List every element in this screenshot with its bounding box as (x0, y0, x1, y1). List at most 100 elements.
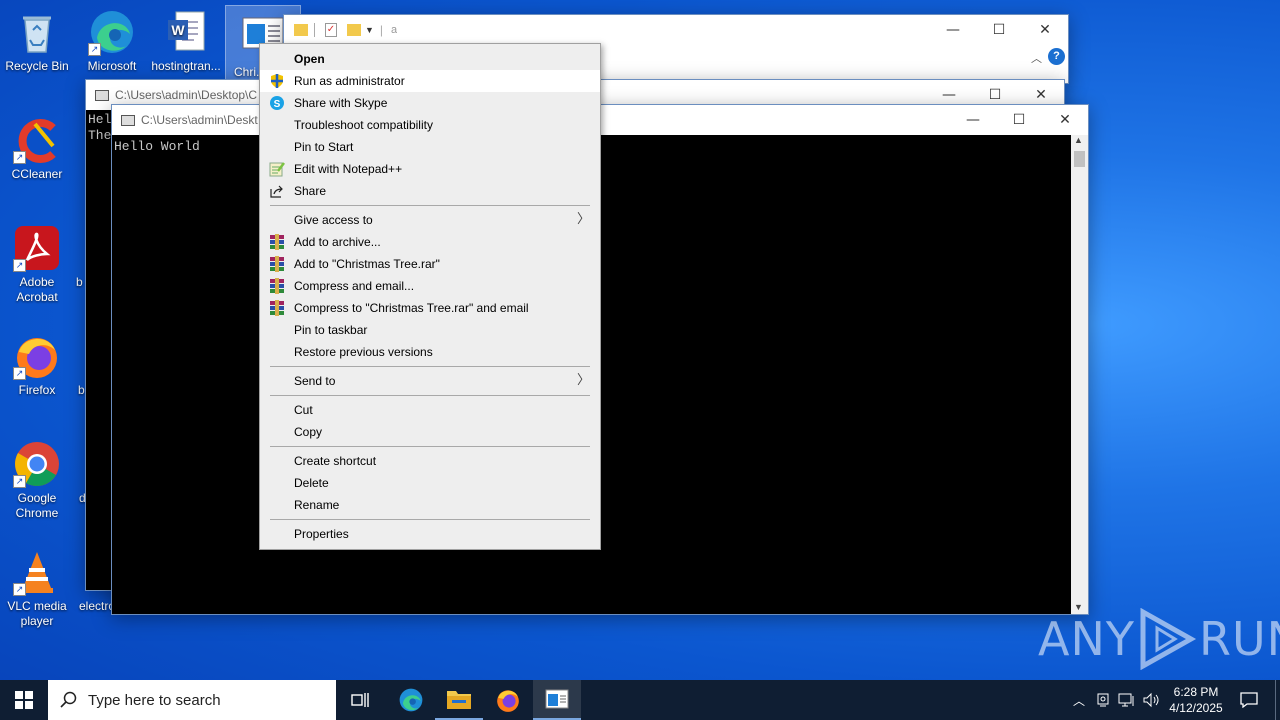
new-folder-icon[interactable] (347, 24, 361, 36)
scrollbar-thumb[interactable] (1074, 151, 1085, 167)
desktop-icon-label: Adobe Acrobat (16, 275, 58, 304)
menu-item-compress-and-email[interactable]: Compress and email... (260, 275, 600, 297)
menu-item-open[interactable]: Open (260, 48, 600, 70)
desktop-icon-recycle-bin[interactable]: Recycle Bin (0, 8, 74, 74)
watermark-text-left: ANY (1038, 612, 1135, 666)
menu-item-label: Add to "Christmas Tree.rar" (294, 257, 440, 271)
menu-item-properties[interactable]: Properties (260, 523, 600, 545)
desktop-icon-hostingtran[interactable]: W hostingtran... (149, 8, 223, 74)
menu-item-give-access-to[interactable]: Give access to 〉 (260, 209, 600, 231)
menu-item-run-as-administrator[interactable]: Run as administrator (260, 70, 600, 92)
menu-separator (270, 395, 590, 396)
anyrun-watermark: ANY RUN (1038, 608, 1280, 670)
menu-item-cut[interactable]: Cut (260, 399, 600, 421)
menu-item-send-to[interactable]: Send to 〉 (260, 370, 600, 392)
menu-separator (270, 366, 590, 367)
desktop-icon-edge[interactable]: ↗ Microsoft Edge (75, 8, 149, 74)
recycle-bin-icon (13, 8, 61, 56)
taskbar-search-box[interactable]: Type here to search (48, 680, 336, 720)
notepad-plus-plus-icon (269, 161, 285, 177)
clock[interactable]: 6:28 PM 4/12/2025 (1164, 680, 1228, 720)
menu-separator (270, 205, 590, 206)
menu-item-pin-to-taskbar[interactable]: Pin to taskbar (260, 319, 600, 341)
shortcut-arrow-icon: ↗ (13, 367, 26, 380)
scroll-up-icon[interactable]: ▲ (1074, 135, 1083, 145)
desktop-icon-adobe-acrobat[interactable]: ↗ Adobe Acrobat (0, 224, 74, 305)
minimize-button[interactable]: — (930, 15, 976, 45)
watermark-text-right: RUN (1198, 612, 1280, 666)
search-icon (60, 691, 77, 708)
desktop-icon-label: CCleaner (11, 167, 63, 181)
desktop-icon-label: Firefox (18, 383, 56, 397)
desktop-icon-ccleaner[interactable]: ↗ CCleaner (0, 116, 74, 182)
help-icon[interactable]: ? (1048, 48, 1065, 65)
share-icon (269, 183, 285, 199)
taskbar-firefox[interactable] (484, 680, 532, 720)
firefox-icon: ↗ (13, 332, 61, 380)
menu-item-label: Create shortcut (294, 454, 377, 468)
menu-item-restore-previous-versions[interactable]: Restore previous versions (260, 341, 600, 363)
collapse-ribbon-chevron-icon[interactable]: ︿ (1031, 50, 1042, 66)
start-button[interactable] (0, 680, 48, 720)
menu-item-label: Delete (294, 476, 329, 490)
menu-item-label: Cut (294, 403, 313, 417)
speaker-icon (1143, 692, 1159, 708)
menu-item-label: Give access to (294, 213, 373, 227)
menu-item-copy[interactable]: Copy (260, 421, 600, 443)
menu-item-pin-to-start[interactable]: Pin to Start (260, 136, 600, 158)
submenu-chevron-icon: 〉 (576, 212, 590, 227)
customize-toolbar-chevron-icon[interactable]: ▼ (365, 25, 374, 35)
menu-item-add-to-rar[interactable]: Add to "Christmas Tree.rar" (260, 253, 600, 275)
divider (314, 23, 315, 37)
menu-item-share-with-skype[interactable]: S Share with Skype (260, 92, 600, 114)
taskbar-edge[interactable] (387, 680, 435, 720)
minimize-button[interactable]: — (950, 105, 996, 135)
desktop-icon-label: Recycle Bin (5, 59, 69, 73)
desktop-icon-label: Microsoft Edge (87, 59, 137, 73)
desktop-icon-vlc[interactable]: ↗ VLC media player (0, 548, 74, 629)
svg-text:S: S (274, 99, 281, 110)
clock-date: 4/12/2025 (1169, 701, 1223, 715)
action-center-button[interactable] (1232, 680, 1266, 720)
winrar-icon (269, 300, 285, 316)
vertical-scrollbar[interactable]: ▲ ▼ (1071, 135, 1088, 614)
menu-item-label: Add to archive... (294, 235, 381, 249)
explorer-titlebar[interactable]: ✓ ▼ | a — ☐ ✕ (284, 15, 1068, 45)
close-button[interactable]: ✕ (1022, 15, 1068, 45)
task-view-button[interactable] (336, 680, 384, 720)
close-button[interactable]: ✕ (1042, 105, 1088, 135)
edge-icon: ↗ (88, 8, 136, 56)
vlc-icon: ↗ (13, 548, 61, 596)
desktop-icon-firefox[interactable]: ↗ Firefox (0, 332, 74, 398)
desktop-icon-google-chrome[interactable]: ↗ Google Chrome (0, 440, 74, 521)
menu-item-compress-to-rar-and-email[interactable]: Compress to "Christmas Tree.rar" and ema… (260, 297, 600, 319)
menu-item-label: Properties (294, 527, 349, 541)
taskbar-file-explorer[interactable] (435, 680, 483, 720)
taskbar-console-app[interactable] (533, 680, 581, 720)
menu-item-add-to-archive[interactable]: Add to archive... (260, 231, 600, 253)
menu-item-label: Compress to "Christmas Tree.rar" and ema… (294, 301, 529, 315)
show-desktop-button[interactable] (1275, 680, 1280, 720)
shortcut-arrow-icon: ↗ (13, 259, 26, 272)
volume-icon[interactable] (1140, 680, 1162, 720)
menu-item-troubleshoot-compatibility[interactable]: Troubleshoot compatibility (260, 114, 600, 136)
menu-item-edit-with-notepad-plus-plus[interactable]: Edit with Notepad++ (260, 158, 600, 180)
console-icon (121, 114, 135, 126)
console1-title: C:\Users\admin\Desktop\C (115, 88, 258, 102)
network-icon-device[interactable] (1092, 680, 1114, 720)
taskbar: Type here to search ︿ 6:28 PM 4/12/2025 (0, 680, 1280, 720)
shortcut-arrow-icon: ↗ (13, 151, 26, 164)
maximize-button[interactable]: ☐ (996, 105, 1042, 135)
folder-icon (447, 691, 471, 709)
network-icon[interactable] (1116, 680, 1138, 720)
word-document-icon: W (162, 8, 210, 56)
device-icon (1097, 693, 1109, 707)
maximize-button[interactable]: ☐ (976, 15, 1022, 45)
properties-icon[interactable]: ✓ (325, 23, 337, 37)
menu-item-label: Copy (294, 425, 323, 439)
menu-item-rename[interactable]: Rename (260, 494, 600, 516)
menu-item-delete[interactable]: Delete (260, 472, 600, 494)
show-hidden-icons-button[interactable]: ︿ (1068, 680, 1090, 720)
menu-item-share[interactable]: Share (260, 180, 600, 202)
menu-item-create-shortcut[interactable]: Create shortcut (260, 450, 600, 472)
